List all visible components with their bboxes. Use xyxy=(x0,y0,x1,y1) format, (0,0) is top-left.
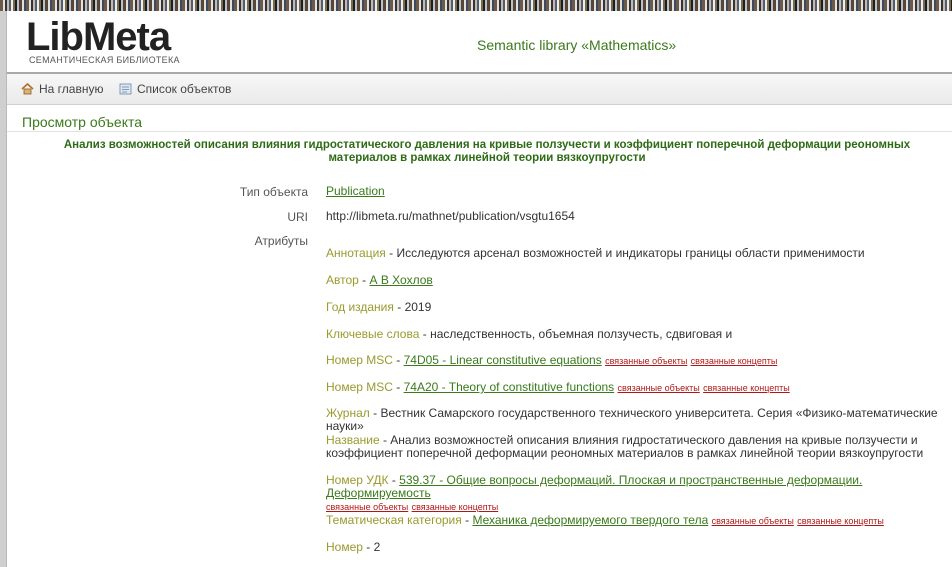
attribute-key: Год издания xyxy=(326,300,394,314)
uri-label: URI xyxy=(287,210,308,224)
attribute-key: Номер MSC xyxy=(326,380,393,394)
attribute-row: Номер MSC - 74D05 - Linear constitutive … xyxy=(326,354,938,368)
site-title: Semantic library «Mathematics» xyxy=(477,37,677,53)
attribute-value: 2 xyxy=(373,540,381,554)
related-objects-link[interactable]: связанные объекты xyxy=(605,356,687,366)
attribute-link[interactable]: 74D05 - Linear constitutive equations xyxy=(404,353,602,367)
related-objects-link[interactable]: связанные объекты xyxy=(326,502,408,512)
list-icon xyxy=(119,83,132,95)
object-title: Анализ возможностей описания влияния гид… xyxy=(63,139,911,164)
attribute-key: Аннотация xyxy=(326,246,386,260)
nav-object-list[interactable]: Список объектов xyxy=(119,82,231,96)
attribute-link[interactable]: А В Хохлов xyxy=(370,273,433,287)
attribute-link[interactable]: 539.37 - Общие вопросы деформаций. Плоск… xyxy=(326,473,862,500)
nav-home-label: На главную xyxy=(39,82,104,96)
type-label: Тип объекта xyxy=(239,185,308,199)
attribute-separator: - xyxy=(419,327,431,341)
attribute-row: Аннотация - Исследуются арсенал возможно… xyxy=(326,247,938,260)
related-objects-link[interactable]: связанные объекты xyxy=(618,383,700,393)
attribute-separator: - xyxy=(388,473,400,487)
attribute-row: Тематическая категория - Механика деформ… xyxy=(326,514,938,528)
related-objects-link[interactable]: связанные объекты xyxy=(712,516,794,526)
nav-home[interactable]: На главную xyxy=(21,82,103,96)
attribute-key: Журнал xyxy=(326,406,370,420)
logo-subtitle: СЕМАНТИЧЕСКАЯ БИБЛИОТЕКА xyxy=(29,55,180,65)
page-heading: Просмотр объекта xyxy=(22,114,143,130)
attribute-row: Журнал - Вестник Самарского государствен… xyxy=(326,407,938,433)
related-concepts-link[interactable]: связанные концепты xyxy=(412,502,499,512)
site-header: LibMeta СЕМАНТИЧЕСКАЯ БИБЛИОТЕКА Semanti… xyxy=(7,11,952,74)
attribute-value-continued: коэффициент поперечной деформации реоном… xyxy=(326,446,924,460)
attribute-row: Ключевые слова - наследственность, объем… xyxy=(326,328,938,341)
attribute-value: Анализ возможностей описания влияния гид… xyxy=(390,433,918,447)
bookshelf-banner xyxy=(0,0,952,11)
attribute-link[interactable]: Механика деформируемого твердого тела xyxy=(472,513,708,527)
attribute-separator: - xyxy=(358,273,370,287)
attribute-link[interactable]: 74A20 - Theory of constitutive functions xyxy=(404,380,615,394)
attribute-row: Автор - А В Хохлов xyxy=(326,274,938,287)
home-icon xyxy=(21,83,34,95)
attribute-value: Вестник Самарского государственного техн… xyxy=(326,406,938,433)
attributes-label: Атрибуты xyxy=(254,234,308,248)
attribute-value: наследственность, объемная ползучесть, с… xyxy=(430,327,733,341)
related-concepts-link[interactable]: связанные концепты xyxy=(703,383,790,393)
attribute-key: Номер xyxy=(326,540,363,554)
attribute-separator: - xyxy=(393,300,405,314)
heading-divider xyxy=(7,131,952,132)
attribute-row: Номер УДК - 539.37 - Общие вопросы дефор… xyxy=(326,474,938,514)
related-concepts-link[interactable]: связанные концепты xyxy=(691,356,778,366)
attribute-row: Номер - 2 xyxy=(326,541,938,554)
type-value-link[interactable]: Publication xyxy=(326,185,385,198)
logo: LibMeta xyxy=(26,15,171,59)
attribute-row: Номер MSC - 74A20 - Theory of constituti… xyxy=(326,381,938,395)
attribute-key: Автор xyxy=(326,273,359,287)
navbar: На главную Список объектов xyxy=(7,74,952,105)
attribute-separator: - xyxy=(369,406,381,420)
attribute-key: Номер УДК xyxy=(326,473,389,487)
attribute-row: Название - Анализ возможностей описания … xyxy=(326,434,938,460)
attribute-row: Год издания - 2019 xyxy=(326,301,938,314)
attribute-key: Ключевые слова xyxy=(326,327,420,341)
attribute-key: Тематическая категория xyxy=(326,513,462,527)
attribute-key: Номер MSC xyxy=(326,353,393,367)
nav-object-list-label: Список объектов xyxy=(137,82,232,96)
attribute-value: Исследуются арсенал возможностей и индик… xyxy=(396,246,865,260)
left-frame xyxy=(0,0,7,567)
attribute-separator: - xyxy=(379,433,391,447)
attribute-separator: - xyxy=(385,246,397,260)
attribute-separator: - xyxy=(461,513,473,527)
related-concepts-link[interactable]: связанные концепты xyxy=(797,516,884,526)
attribute-key: Название xyxy=(326,433,380,447)
attribute-separator: - xyxy=(392,353,404,367)
uri-value: http://libmeta.ru/mathnet/publication/vs… xyxy=(326,209,575,223)
attribute-value: 2019 xyxy=(404,300,432,314)
attribute-separator: - xyxy=(362,540,374,554)
attribute-separator: - xyxy=(392,380,404,394)
